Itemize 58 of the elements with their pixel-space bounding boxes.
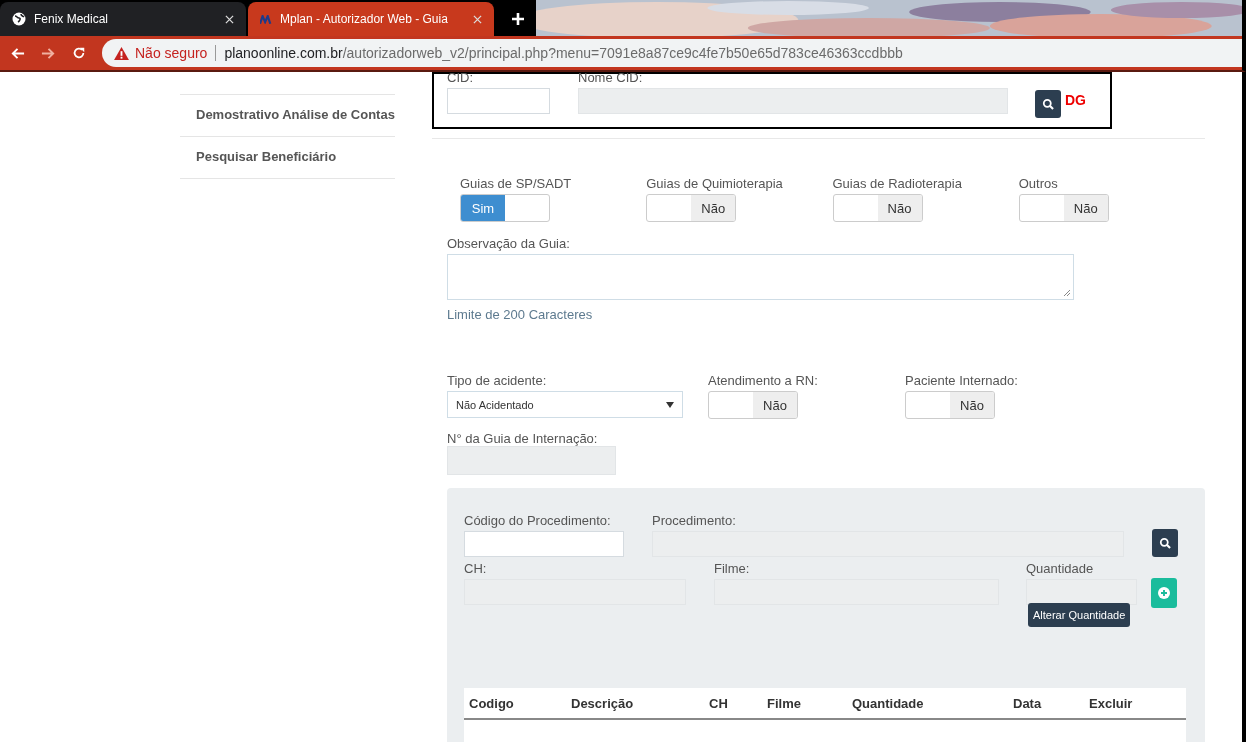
accident-dropdown[interactable]: Não Acidentado	[447, 391, 683, 418]
column-header: Codigo	[469, 695, 515, 711]
column-header: Excluir	[1089, 695, 1133, 711]
add-button[interactable]	[1151, 578, 1177, 608]
field-label: Quantidade	[1026, 561, 1095, 576]
hint-text: Limite de 200 Caracteres	[447, 307, 594, 322]
search-button[interactable]	[1035, 90, 1061, 118]
field-label: Observação da Guia:	[447, 236, 571, 251]
field-label: Outros	[1018, 176, 1059, 191]
tooltip: Alterar Quantidade	[1028, 603, 1131, 627]
column-header: Data	[1013, 695, 1043, 711]
search-icon	[1041, 97, 1055, 111]
toggle-switch[interactable]: Não	[1018, 194, 1109, 222]
browser-tab[interactable]: Mplan - Autorizador Web - Guia	[248, 2, 494, 36]
reload-icon[interactable]	[72, 46, 86, 60]
field-label: Guias de SP/SADT	[460, 176, 573, 191]
field-label: Procedimento:	[652, 513, 737, 528]
url-text: planoonline.com.br/autorizadorweb_v2/principal.php?menu=7091e8a87ce9c4fe7b50e65d783ce46363ccdbbb	[223, 45, 903, 61]
toggle-switch[interactable]: Sim	[460, 194, 550, 222]
caret-icon	[666, 401, 674, 408]
toggle-switch[interactable]: Não	[646, 194, 737, 222]
field-label: Código do Procedimento:	[464, 513, 612, 528]
close-icon[interactable]	[225, 14, 234, 24]
plus-icon	[1158, 587, 1170, 599]
security-label: Não seguro	[135, 45, 217, 61]
toggle-switch[interactable]: Não	[708, 391, 798, 419]
column-header: Quantidade	[852, 695, 925, 711]
warning-icon	[114, 46, 129, 60]
field-label: Filme:	[714, 561, 751, 576]
column-header: Filme	[767, 695, 802, 711]
logo-icon	[260, 14, 272, 24]
sidebar-item[interactable]: Demostrativo Análise de Contas	[180, 95, 395, 137]
field-label: Guias de Radioterapia	[832, 176, 963, 191]
observation-field[interactable]	[447, 254, 1074, 300]
globe-icon	[12, 12, 26, 26]
search-icon	[1158, 536, 1172, 550]
field-label: CID:	[447, 70, 474, 85]
field-label: Tipo de acidente:	[447, 373, 548, 388]
sidebar-item[interactable]: Pesquisar Beneficiário	[180, 137, 395, 179]
browser-tab[interactable]: Fenix Medical	[0, 2, 246, 36]
field-label: Atendimento a RN:	[708, 373, 819, 388]
address-field[interactable]: Não seguro planoonline.com.br/autorizadorweb_v2/principal.php?menu=7091e8a87ce9c4fe7b50e65d783ce46363ccdbbb	[102, 39, 1242, 67]
back-icon[interactable]	[10, 45, 25, 61]
cid-field[interactable]	[447, 88, 550, 114]
toggle-switch[interactable]: Não	[832, 194, 923, 222]
field-label: Paciente Internado:	[905, 373, 1018, 388]
annotation-text: DG	[1065, 92, 1086, 108]
toggle-switch[interactable]: Não	[905, 391, 995, 419]
field-label: CH:	[464, 561, 488, 576]
procedure-code-field[interactable]	[464, 531, 624, 557]
field-label: Guias de Quimioterapia	[646, 176, 784, 191]
forward-icon[interactable]	[41, 45, 56, 61]
field-label: N° da Guia de Internação:	[447, 431, 599, 446]
resize-grip-icon[interactable]	[1063, 289, 1071, 297]
column-header: CH	[709, 695, 729, 711]
search-button[interactable]	[1152, 529, 1178, 557]
field-label: Nome CID:	[578, 70, 644, 85]
column-header: Descrição	[571, 695, 635, 711]
